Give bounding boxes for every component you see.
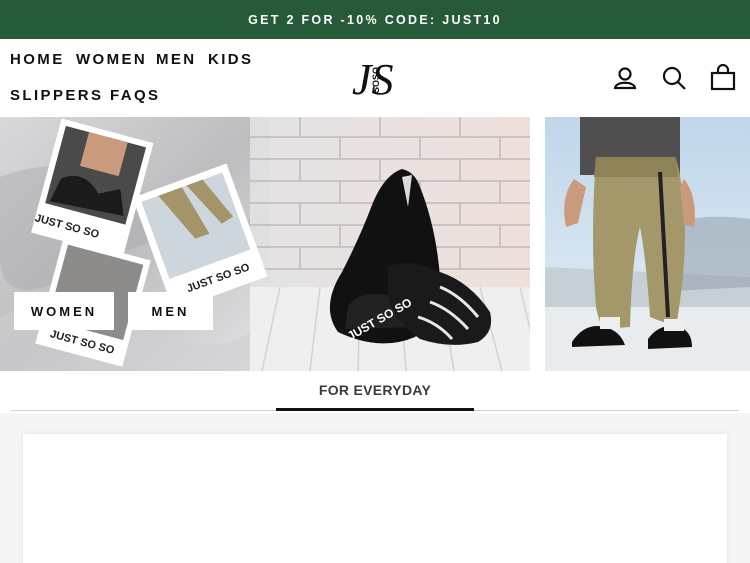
hero-banner[interactable]: JUST SO SO JUST SO SO JUST SO SO JUST SO… (0, 117, 750, 371)
logo-mark: JS SOSO (352, 55, 394, 104)
site-logo[interactable]: JS SOSO (349, 52, 401, 104)
nav-slippers[interactable]: SLIPPERS (10, 87, 103, 104)
nav-home[interactable]: HOME (10, 51, 65, 68)
site-header: HOME WOMEN MEN KIDS SLIPPERS FAQS JS SOS… (0, 39, 750, 117)
product-card[interactable] (23, 434, 727, 563)
logo-sub-text: SOSO (371, 67, 381, 93)
nav-women[interactable]: WOMEN (76, 51, 147, 68)
account-icon[interactable] (611, 64, 639, 92)
shop-women-button[interactable]: WOMEN (14, 292, 114, 330)
tab-active-indicator (276, 408, 474, 411)
collection-tabs: FOR EVERYDAY (0, 371, 750, 413)
shop-men-button[interactable]: MEN (128, 292, 213, 330)
nav-kids[interactable]: KIDS (208, 51, 253, 68)
cart-icon[interactable] (709, 63, 737, 92)
nav-faqs[interactable]: FAQS (110, 87, 160, 104)
nav-men[interactable]: MEN (156, 51, 197, 68)
tab-for-everyday[interactable]: FOR EVERYDAY (276, 382, 474, 398)
announcement-bar: GET 2 FOR -10% CODE: JUST10 (0, 0, 750, 39)
search-icon[interactable] (660, 64, 688, 92)
hero-image: JUST SO SO JUST SO SO JUST SO SO JUST SO… (0, 117, 750, 371)
collection-content (0, 413, 750, 563)
announcement-text: GET 2 FOR -10% CODE: JUST10 (248, 12, 502, 27)
